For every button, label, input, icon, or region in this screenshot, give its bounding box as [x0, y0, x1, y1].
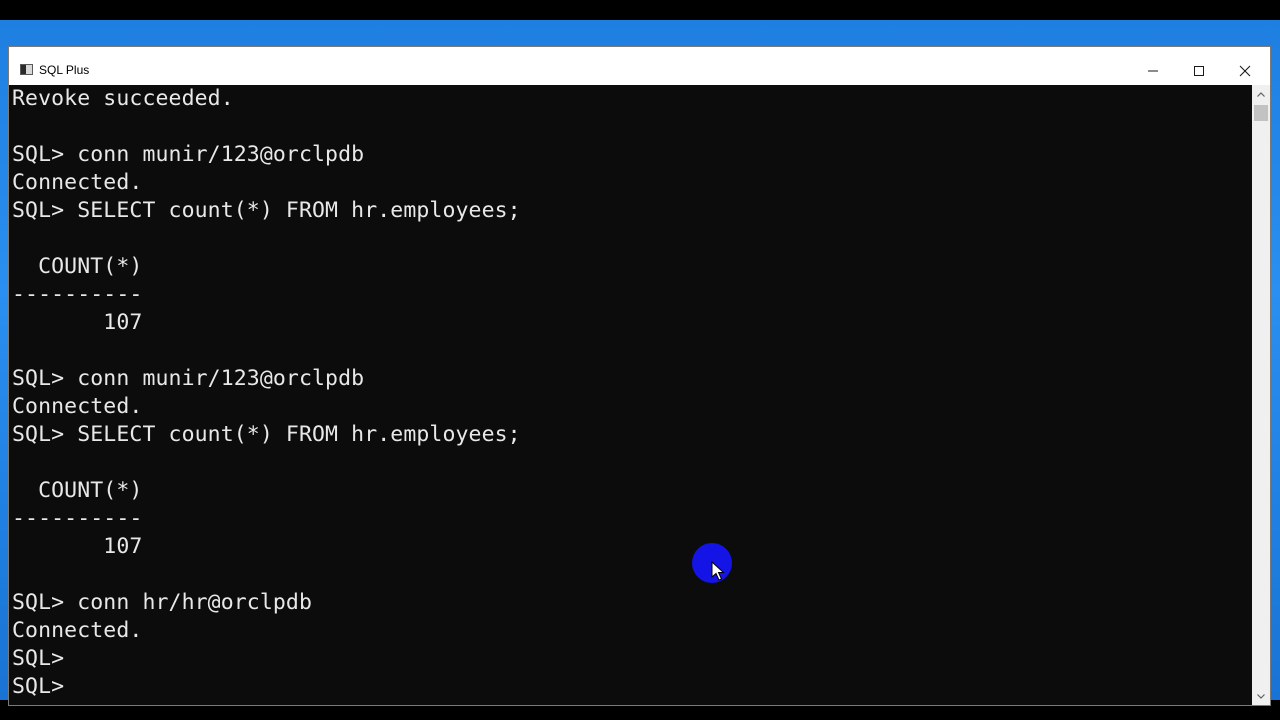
sqlplus-console-icon[interactable]: [20, 64, 33, 75]
console-line: COUNT(*): [12, 478, 143, 503]
close-button[interactable]: [1222, 57, 1268, 84]
console-line: 107: [12, 534, 143, 559]
console-line: SQL> conn munir/123@orclpdb: [12, 142, 365, 167]
scroll-thumb[interactable]: [1254, 105, 1268, 121]
console-line: COUNT(*): [12, 254, 143, 279]
scroll-up-button[interactable]: [1252, 85, 1270, 103]
console-line: ----------: [12, 506, 143, 531]
console-line: Connected.: [12, 618, 143, 643]
console-line: Connected.: [12, 394, 143, 419]
chevron-down-icon: [1257, 693, 1265, 699]
title-bar[interactable]: SQL Plus: [9, 47, 1270, 85]
minimize-icon: [1148, 70, 1158, 71]
screen: SQL Plus Revoke succeeded. SQL> conn mun…: [0, 0, 1280, 720]
maximize-icon: [1194, 65, 1204, 76]
close-icon: [1239, 65, 1251, 76]
console-line: Revoke succeeded.: [12, 86, 234, 111]
console-line: ----------: [12, 282, 143, 307]
console-output[interactable]: Revoke succeeded. SQL> conn munir/123@or…: [9, 85, 1252, 705]
console-line: SQL> conn munir/123@orclpdb: [12, 366, 365, 391]
console-lines: Revoke succeeded. SQL> conn munir/123@or…: [12, 85, 521, 701]
window-title: SQL Plus: [39, 63, 90, 77]
console-line: SQL> conn hr/hr@orclpdb: [12, 590, 313, 615]
console-line: SQL>: [12, 646, 65, 671]
console-line: Connected.: [12, 170, 143, 195]
maximize-button[interactable]: [1176, 57, 1222, 84]
console-line: 107: [12, 310, 143, 335]
console-line: SQL> SELECT count(*) FROM hr.employees;: [12, 422, 521, 447]
sqlplus-window[interactable]: SQL Plus Revoke succeeded. SQL> conn mun…: [8, 46, 1271, 706]
vertical-scrollbar[interactable]: [1252, 85, 1270, 705]
console-line: SQL>: [12, 674, 65, 699]
chevron-up-icon: [1257, 91, 1265, 97]
console-line: SQL> SELECT count(*) FROM hr.employees;: [12, 198, 521, 223]
minimize-button[interactable]: [1130, 57, 1176, 84]
scroll-down-button[interactable]: [1252, 687, 1270, 705]
mouse-pointer-icon: [711, 561, 725, 581]
